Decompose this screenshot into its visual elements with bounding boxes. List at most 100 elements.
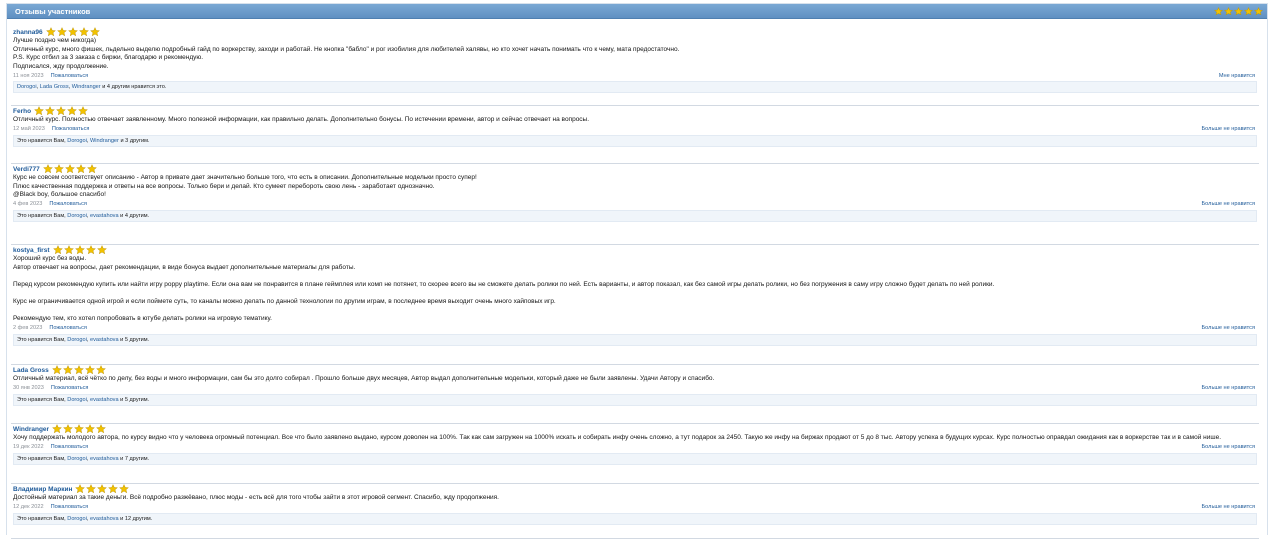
star-icon (1214, 6, 1223, 15)
liker-link[interactable]: evastahova (90, 337, 119, 343)
like-toggle-link[interactable]: Больше не нравится (1202, 385, 1255, 391)
liker-link[interactable]: Dorogoi (67, 456, 87, 462)
review-text: Хороший курс без воды. Автор отвечает на… (13, 255, 995, 323)
review-author-link[interactable]: Владимир Маркин (13, 486, 72, 493)
likes-summary: Это нравится Вам, Dorogoi, evastahova и … (13, 512, 1257, 525)
report-link[interactable]: Пожаловаться (49, 201, 87, 207)
likes-prefix: Это нравится Вам, (17, 455, 66, 462)
liker-link[interactable]: Dorogoi (67, 213, 87, 219)
star-icon (96, 424, 107, 434)
likes-suffix: и 12 другим. (120, 515, 153, 522)
star-icon (45, 27, 56, 37)
likes-suffix: и 4 другим нравится это. (102, 84, 167, 91)
like-toggle-link[interactable]: Больше не нравится (1202, 126, 1255, 132)
star-icon (86, 164, 97, 174)
review-rating-stars (75, 484, 130, 494)
likes-prefix: Это нравится Вам, (17, 515, 66, 522)
star-icon (67, 27, 78, 37)
star-icon (52, 424, 63, 434)
reviews-panel: Отзывы участников zhanna96 Лучше поздно ч… (6, 3, 1268, 539)
liker-link[interactable]: Dorogoi (67, 337, 87, 343)
review-header: Владимир Маркин (11, 484, 1259, 494)
review-author-link[interactable]: kostya_first (13, 247, 50, 254)
review-meta: 19 дек 2022 Пожаловаться Больше не нравитс… (13, 443, 1259, 452)
liker-link[interactable]: Dorogoi (17, 84, 37, 90)
review-rating-stars (51, 365, 106, 375)
report-link[interactable]: Пожаловаться (51, 504, 89, 510)
review-author-link[interactable]: Ferho (13, 108, 31, 115)
review-meta: 4 фев 2023 Пожаловаться Больше не нравится (13, 200, 1259, 209)
review-meta: 11 ноя 2023 Пожаловаться Мне нравится (13, 71, 1259, 80)
liker-link[interactable]: Dorogoi (67, 397, 87, 403)
star-icon (84, 365, 95, 375)
review-text: Хочу поддержать молодого автора, по курс… (13, 434, 1222, 441)
star-icon (53, 164, 64, 174)
review-rating-stars (34, 106, 89, 116)
review-item: Verdi777 Курс не совсем соответствует опи… (11, 164, 1259, 245)
report-link[interactable]: Пожаловаться (49, 325, 87, 331)
review-author-link[interactable]: Lada Gross (13, 367, 49, 374)
star-icon (78, 106, 89, 116)
report-link[interactable]: Пожаловаться (51, 73, 89, 79)
likes-suffix: и 7 другим. (120, 455, 150, 462)
review-author-link[interactable]: Windranger (13, 426, 49, 433)
header-rating-stars (1214, 6, 1263, 16)
review-header: Lada Gross (11, 365, 1259, 375)
likes-suffix: и 3 другим. (120, 137, 150, 144)
review-meta: 30 янв 2023 Пожаловаться Больше не нравитс… (13, 384, 1259, 393)
report-link[interactable]: Пожаловаться (51, 444, 89, 450)
liker-link[interactable]: Windranger (72, 84, 101, 90)
likes-prefix: Это нравится Вам, (17, 137, 66, 144)
review-date: 19 дек 2022 (13, 444, 44, 451)
likes-summary: Это нравится Вам, Dorogoi, evastahova и … (13, 209, 1257, 222)
review-item: Lada Gross Отличный материал, всё чётко п… (11, 365, 1259, 424)
star-icon (1244, 6, 1253, 15)
report-link[interactable]: Пожаловаться (51, 385, 89, 391)
liker-link[interactable]: Lada Gross (40, 84, 69, 90)
review-rating-stars (52, 245, 107, 255)
review-item: Ferho Отличный курс. Полностью отвечает з… (11, 106, 1259, 164)
star-icon (62, 365, 73, 375)
liker-link[interactable]: evastahova (90, 397, 119, 403)
review-header: Ferho (11, 106, 1259, 116)
review-meta: 12 дек 2022 Пожаловаться Больше не нравитс… (13, 503, 1259, 512)
liker-link[interactable]: Dorogoi (67, 516, 87, 522)
likes-suffix: и 5 другим. (120, 396, 150, 403)
panel-title: Отзывы участников (15, 6, 91, 16)
like-toggle-link[interactable]: Больше не нравится (1202, 325, 1255, 331)
star-icon (34, 106, 45, 116)
review-text: Лучше поздно чем никогда) Отличный курс,… (13, 37, 680, 70)
like-toggle-link[interactable]: Больше не нравится (1202, 444, 1255, 450)
like-toggle-link[interactable]: Больше не нравится (1202, 504, 1255, 510)
review-rating-stars (42, 164, 97, 174)
star-icon (97, 484, 108, 494)
review-date: 12 май 2023 (13, 126, 45, 133)
liker-link[interactable]: evastahova (90, 516, 119, 522)
review-author-link[interactable]: zhanna96 (13, 29, 43, 36)
star-icon (67, 106, 78, 116)
liker-link[interactable]: evastahova (90, 456, 119, 462)
liker-link[interactable]: Dorogoi (67, 138, 87, 144)
review-item: Windranger Хочу поддержать молодого автор… (11, 424, 1259, 484)
liker-link[interactable]: Windranger (90, 138, 119, 144)
star-icon (42, 164, 53, 174)
star-icon (64, 164, 75, 174)
star-icon (74, 424, 85, 434)
likes-summary: Это нравится Вам, Dorogoi, evastahova и … (13, 452, 1257, 465)
star-icon (1234, 6, 1243, 15)
star-icon (52, 245, 63, 255)
likes-summary: Это нравится Вам, Dorogoi, evastahova и … (13, 333, 1257, 346)
star-icon (85, 424, 96, 434)
review-header: Verdi777 (11, 164, 1259, 174)
review-text: Достойный материал за такие деньги. Всё … (13, 494, 499, 501)
like-toggle-link[interactable]: Мне нравится (1219, 73, 1255, 79)
report-link[interactable]: Пожаловаться (52, 126, 90, 132)
review-text: Курс не совсем соответствует описанию - … (13, 174, 477, 199)
panel-header: Отзывы участников (7, 4, 1267, 19)
likes-summary: Это нравится Вам, Dorogoi, evastahova и … (13, 393, 1257, 406)
review-item: kostya_first Хороший курс без воды. Автор… (11, 245, 1259, 365)
review-author-link[interactable]: Verdi777 (13, 166, 40, 173)
like-toggle-link[interactable]: Больше не нравится (1202, 201, 1255, 207)
liker-link[interactable]: evastahova (90, 213, 119, 219)
star-icon (1254, 6, 1263, 15)
